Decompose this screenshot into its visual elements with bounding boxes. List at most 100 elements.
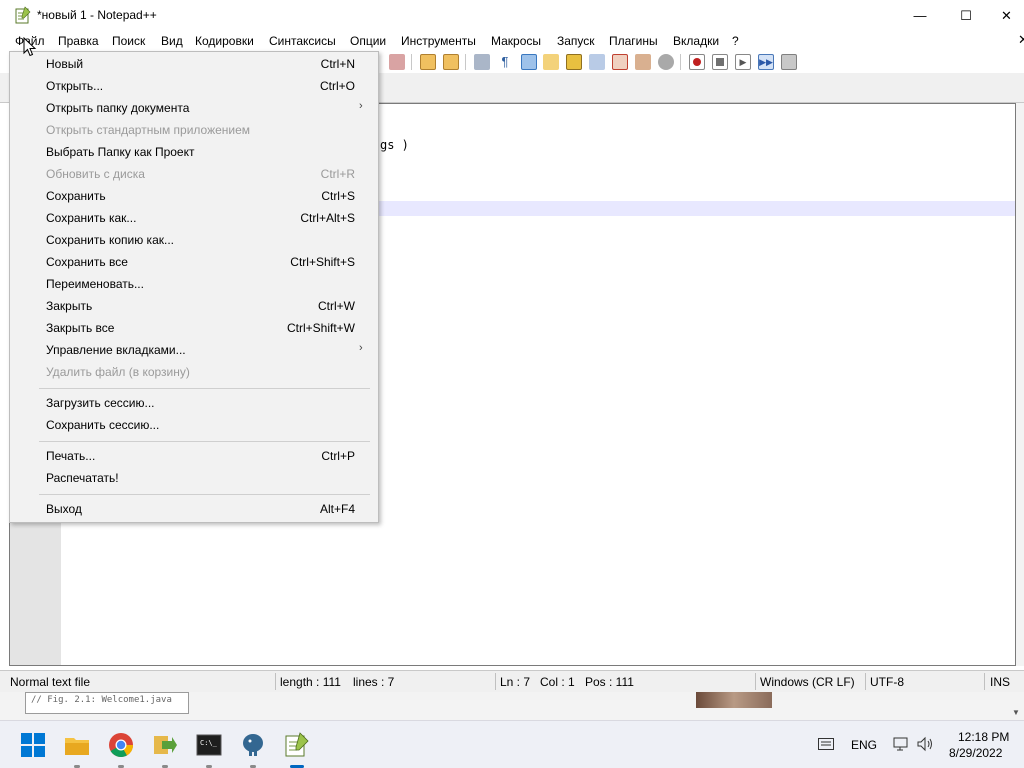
menu-item-open-containing-folder[interactable]: Открыть папку документа › — [10, 97, 378, 119]
menu-encoding[interactable]: Кодировки — [195, 34, 254, 48]
status-encoding[interactable]: UTF-8 — [870, 675, 904, 689]
menu-item-load-session[interactable]: Загрузить сессию... — [10, 392, 378, 414]
status-eol[interactable]: Windows (CR LF) — [760, 675, 855, 689]
indent-guide-icon[interactable] — [521, 54, 537, 70]
run-macro-multiple-icon[interactable]: ▶▶ — [758, 54, 774, 70]
menu-item-exit[interactable]: Выход Alt+F4 — [10, 498, 378, 520]
scroll-down-arrow-icon: ▼ — [1012, 708, 1020, 717]
menu-separator — [39, 388, 370, 389]
menu-bar: Файл Правка Поиск Вид Кодировки Синтакси… — [0, 31, 1024, 51]
stop-macro-icon[interactable] — [712, 54, 728, 70]
menu-edit[interactable]: Правка — [58, 34, 99, 48]
menu-search[interactable]: Поиск — [112, 34, 145, 48]
menu-item-print[interactable]: Печать... Ctrl+P — [10, 445, 378, 467]
clock-time[interactable]: 12:18 PM — [958, 730, 1009, 744]
notepad-plus-plus-taskbar-icon[interactable] — [284, 732, 310, 758]
menu-item-open[interactable]: Открыть... Ctrl+O — [10, 75, 378, 97]
menu-item-shortcut: Ctrl+W — [318, 299, 355, 313]
menu-separator — [39, 441, 370, 442]
menu-item-label: Закрыть — [46, 299, 93, 313]
menu-syntax[interactable]: Синтаксисы — [269, 34, 336, 48]
svg-text:C:\_: C:\_ — [200, 739, 218, 747]
maximize-button[interactable]: ☐ — [943, 0, 989, 31]
volume-icon[interactable] — [917, 736, 935, 752]
menu-options[interactable]: Опции — [350, 34, 386, 48]
document-list-icon[interactable] — [589, 54, 605, 70]
user-language-icon[interactable] — [543, 54, 559, 70]
menu-item-label: Выбрать Папку как Проект — [46, 145, 195, 159]
menu-tabs[interactable]: Вкладки — [673, 34, 719, 48]
background-code-snippet: // Fig. 2.1: Welcome1.java — [25, 692, 189, 714]
menu-item-print-now[interactable]: Распечатать! — [10, 467, 378, 489]
menu-item-label: Сохранить копию как... — [46, 233, 174, 247]
play-macro-icon[interactable]: ▶ — [735, 54, 751, 70]
monitoring-icon[interactable] — [658, 54, 674, 70]
app-arrow-icon[interactable] — [152, 732, 178, 758]
menu-item-open-default-viewer: Открыть стандартным приложением — [10, 119, 378, 141]
command-prompt-icon[interactable]: C:\_ — [196, 732, 222, 758]
language-indicator[interactable]: ENG — [851, 738, 877, 752]
title-bar: *новый 1 - Notepad++ — ☐ ✕ — [0, 0, 1024, 31]
menu-item-shortcut: Ctrl+O — [319, 79, 355, 93]
submenu-arrow-icon: › — [359, 100, 363, 112]
menu-item-close-all[interactable]: Закрыть все Ctrl+Shift+W — [10, 317, 378, 339]
function-list-icon[interactable] — [612, 54, 628, 70]
status-lines: lines : 7 — [353, 675, 395, 689]
show-all-characters-icon[interactable]: ¶ — [497, 54, 513, 70]
background-image — [696, 692, 772, 708]
status-column: Col : 1 — [540, 675, 575, 689]
vertical-scrollbar[interactable] — [1016, 103, 1024, 666]
menu-item-shortcut: Ctrl+Alt+S — [300, 211, 355, 225]
status-insert-mode[interactable]: INS — [990, 675, 1010, 689]
menu-item-shortcut: Ctrl+R — [320, 167, 355, 181]
menu-item-save-as[interactable]: Сохранить как... Ctrl+Alt+S — [10, 207, 378, 229]
save-macro-icon[interactable] — [781, 54, 797, 70]
notepad-plus-plus-icon — [15, 6, 31, 24]
minimize-button[interactable]: — — [897, 0, 943, 31]
menu-item-label: Переименовать... — [46, 277, 144, 291]
folder-workspace-icon[interactable] — [635, 54, 651, 70]
menu-item-shortcut: Ctrl+S — [321, 189, 355, 203]
sync-vertical-icon[interactable] — [420, 54, 436, 70]
menu-item-shortcut: Alt+F4 — [319, 502, 355, 516]
menu-item-label: Закрыть все — [46, 321, 115, 335]
file-menu-dropdown: Новый Ctrl+N Открыть... Ctrl+O Открыть п… — [9, 51, 379, 523]
menu-item-shortcut: Ctrl+Shift+W — [286, 321, 355, 335]
postgresql-icon[interactable] — [240, 732, 266, 758]
close-document-button[interactable]: ✕ — [1018, 32, 1024, 48]
status-length: length : 111 — [280, 675, 341, 689]
word-wrap-icon[interactable] — [474, 54, 490, 70]
menu-item-new[interactable]: Новый Ctrl+N — [10, 53, 378, 75]
menu-plugins[interactable]: Плагины — [609, 34, 658, 48]
document-map-icon[interactable] — [566, 54, 582, 70]
menu-item-save[interactable]: Сохранить Ctrl+S — [10, 185, 378, 207]
windows-start-icon[interactable] — [20, 732, 46, 758]
menu-item-rename[interactable]: Переименовать... — [10, 273, 378, 295]
file-explorer-icon[interactable] — [64, 732, 90, 758]
menu-run[interactable]: Запуск — [557, 34, 595, 48]
record-macro-icon[interactable] — [689, 54, 705, 70]
menu-help[interactable]: ? — [732, 34, 739, 48]
clock-date[interactable]: 8/29/2022 — [949, 746, 1002, 760]
menu-item-save-copy-as[interactable]: Сохранить копию как... — [10, 229, 378, 251]
menu-item-save-all[interactable]: Сохранить все Ctrl+Shift+S — [10, 251, 378, 273]
close-button[interactable]: ✕ — [989, 0, 1024, 31]
menu-item-label: Распечатать! — [46, 471, 119, 485]
menu-item-close[interactable]: Закрыть Ctrl+W — [10, 295, 378, 317]
status-bar: Normal text file length : 111 lines : 7 … — [0, 670, 1024, 692]
menu-item-save-session[interactable]: Сохранить сессию... — [10, 414, 378, 436]
network-icon[interactable] — [893, 736, 909, 752]
menu-view[interactable]: Вид — [161, 34, 183, 48]
menu-item-open-folder-as-workspace[interactable]: Выбрать Папку как Проект — [10, 141, 378, 163]
menu-item-label: Загрузить сессию... — [46, 396, 155, 410]
menu-separator — [39, 494, 370, 495]
zoom-icon[interactable] — [389, 54, 405, 70]
taskbar: C:\_ ENG 12:18 PM 8/29/2022 — [0, 720, 1024, 768]
keyboard-icon[interactable] — [818, 738, 834, 750]
menu-tools[interactable]: Инструменты — [401, 34, 476, 48]
menu-macros[interactable]: Макросы — [491, 34, 541, 48]
chrome-icon[interactable] — [108, 732, 134, 758]
sync-horizontal-icon[interactable] — [443, 54, 459, 70]
menu-item-tab-management[interactable]: Управление вкладками... › — [10, 339, 378, 361]
menu-item-label: Открыть стандартным приложением — [46, 123, 251, 137]
